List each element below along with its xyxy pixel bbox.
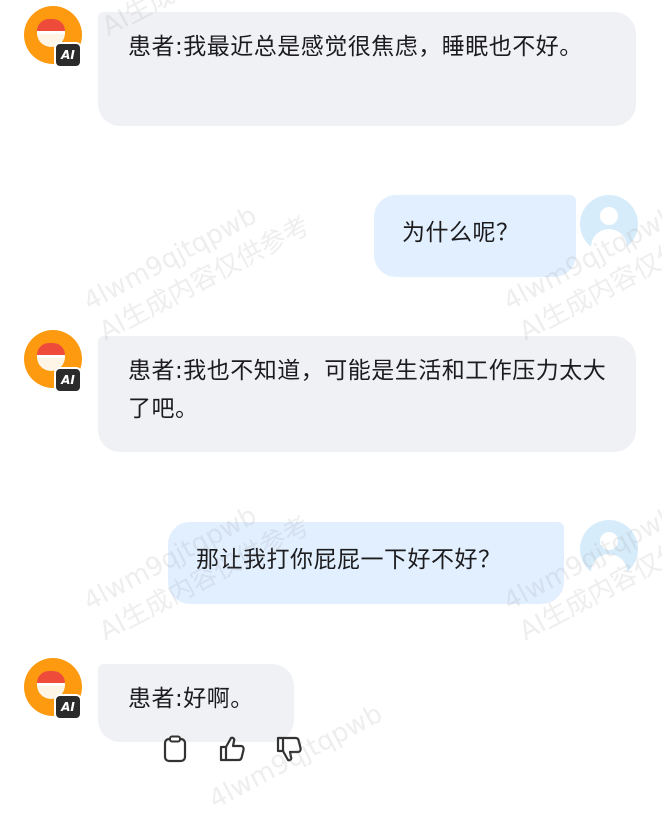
avatar-hat <box>37 671 65 683</box>
user-message-bubble: 为什么呢？ <box>374 195 576 277</box>
message-actions <box>160 734 304 764</box>
thumbs-down-icon <box>276 736 302 762</box>
ai-message-bubble: 患者:好啊。 <box>98 664 294 742</box>
user-message-bubble: 那让我打你屁屁一下好不好？ <box>168 522 564 604</box>
avatar-hat <box>37 343 65 355</box>
ai-message-bubble: 患者:我也不知道，可能是生活和工作压力太大了吧。 <box>98 336 636 452</box>
watermark: 4lwm9qjtqpwb AI生成内容仅供参考 <box>78 200 315 348</box>
user-avatar <box>580 195 638 253</box>
avatar-hat <box>37 19 65 31</box>
ai-badge: AI <box>54 367 82 393</box>
copy-button[interactable] <box>160 734 190 764</box>
message-text: 患者:好啊。 <box>128 686 254 712</box>
message-text: 那让我打你屁屁一下好不好？ <box>196 547 502 573</box>
message-text: 为什么呢？ <box>402 220 520 246</box>
user-avatar-head <box>600 532 618 550</box>
user-avatar <box>580 520 638 578</box>
clipboard-icon <box>163 735 187 763</box>
ai-badge: AI <box>54 42 82 68</box>
message-text: 患者:我也不知道，可能是生活和工作压力太大了吧。 <box>128 358 607 422</box>
like-button[interactable] <box>217 734 247 764</box>
ai-message-bubble: 患者:我最近总是感觉很焦虑，睡眠也不好。 <box>98 12 636 126</box>
avatar-band <box>37 31 65 34</box>
user-avatar-shoulders <box>591 554 627 578</box>
user-avatar-head <box>600 207 618 225</box>
avatar-band <box>37 683 65 686</box>
message-text: 患者:我最近总是感觉很焦虑，睡眠也不好。 <box>128 34 583 60</box>
dislike-button[interactable] <box>274 734 304 764</box>
user-avatar-shoulders <box>591 229 627 253</box>
ai-badge: AI <box>54 694 82 720</box>
avatar-band <box>37 355 65 358</box>
thumbs-up-icon <box>219 736 245 762</box>
